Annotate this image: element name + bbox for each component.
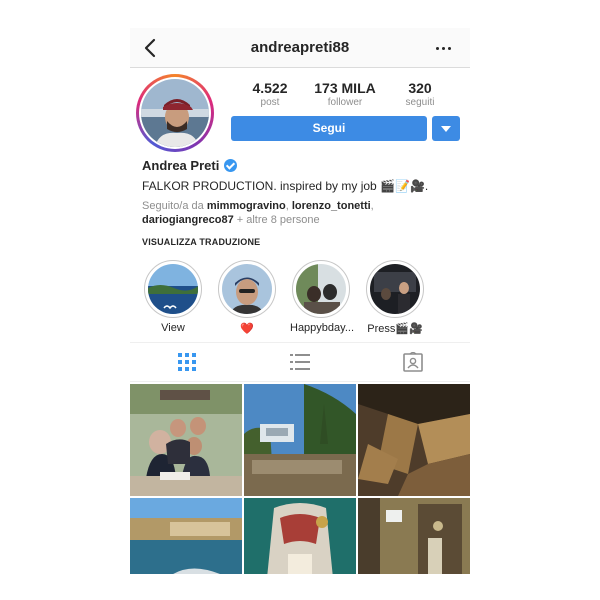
follower-link-1[interactable]: mimmogravino <box>207 200 286 212</box>
tab-tagged[interactable] <box>402 351 424 372</box>
posts-label: post <box>260 97 280 108</box>
highlight-label: Happybday... <box>290 322 355 334</box>
followed-by-text: Seguito/a da mimmogravino, lorenzo_tonet… <box>142 200 374 226</box>
grid-post[interactable] <box>244 384 356 496</box>
profile-tabs <box>130 342 470 382</box>
followers-label: follower <box>327 97 363 108</box>
followers-count: 173 MILA <box>314 80 376 96</box>
tagged-icon <box>403 351 423 372</box>
highlight-label: View <box>161 322 185 334</box>
highlight-cover <box>370 264 420 314</box>
following-stat[interactable]: 320 seguiti <box>380 80 460 108</box>
avatar-photo <box>141 79 209 147</box>
profile-bio: Andrea Preti FALKOR PRODUCTION. inspired… <box>142 158 462 247</box>
story-ring[interactable] <box>136 74 214 152</box>
grid-icon <box>178 353 196 371</box>
highlight-item[interactable]: ❤️ <box>216 260 278 335</box>
followers-stat[interactable]: 173 MILA follower <box>305 80 385 108</box>
highlight-cover <box>222 264 272 314</box>
profile-name: Andrea Preti <box>142 158 220 173</box>
following-count: 320 <box>408 80 432 96</box>
highlight-item[interactable]: View <box>142 260 204 334</box>
ellipsis-icon <box>436 47 439 50</box>
follower-link-3[interactable]: dariogiangreco87 <box>142 214 234 226</box>
profile-screen: andreapreti88 4.522 post 173 MILA follow… <box>130 28 470 574</box>
grid-post[interactable] <box>130 384 242 496</box>
grid-post[interactable] <box>130 498 242 574</box>
highlight-item[interactable]: Press🎬🎥 <box>364 260 426 335</box>
top-bar: andreapreti88 <box>130 28 470 68</box>
profile-stats: 4.522 post 173 MILA follower 320 seguiti <box>230 80 460 112</box>
tab-list[interactable] <box>289 352 311 372</box>
following-label: seguiti <box>405 97 435 108</box>
highlight-cover <box>148 264 198 314</box>
grid-post[interactable] <box>244 498 356 574</box>
verified-badge-icon <box>224 159 238 172</box>
view-translation-link[interactable]: VISUALIZZA TRADUZIONE <box>142 237 462 247</box>
posts-count: 4.522 <box>252 80 288 96</box>
follower-link-2[interactable]: lorenzo_tonetti <box>292 200 371 212</box>
follow-button[interactable]: Segui <box>231 116 427 141</box>
more-options-button[interactable] <box>432 38 456 58</box>
highlight-cover <box>296 264 346 314</box>
grid-post[interactable] <box>358 384 470 496</box>
highlight-label: ❤️ <box>240 323 254 335</box>
list-icon <box>290 354 310 370</box>
story-highlights: View ❤️ Happybday... Press🎬🎥 <box>142 260 462 340</box>
bio-text: FALKOR PRODUCTION. inspired by my job 🎬📝… <box>142 179 429 193</box>
photo-grid <box>130 384 470 574</box>
grid-post[interactable] <box>358 498 470 574</box>
tab-grid[interactable] <box>176 352 198 372</box>
suggested-accounts-dropdown-button[interactable] <box>432 116 460 141</box>
avatar[interactable] <box>139 77 211 149</box>
highlight-item[interactable]: Happybday... <box>290 260 355 334</box>
posts-stat[interactable]: 4.522 post <box>230 80 310 108</box>
profile-username-title: andreapreti88 <box>250 39 350 56</box>
highlight-label: Press🎬🎥 <box>367 323 423 335</box>
